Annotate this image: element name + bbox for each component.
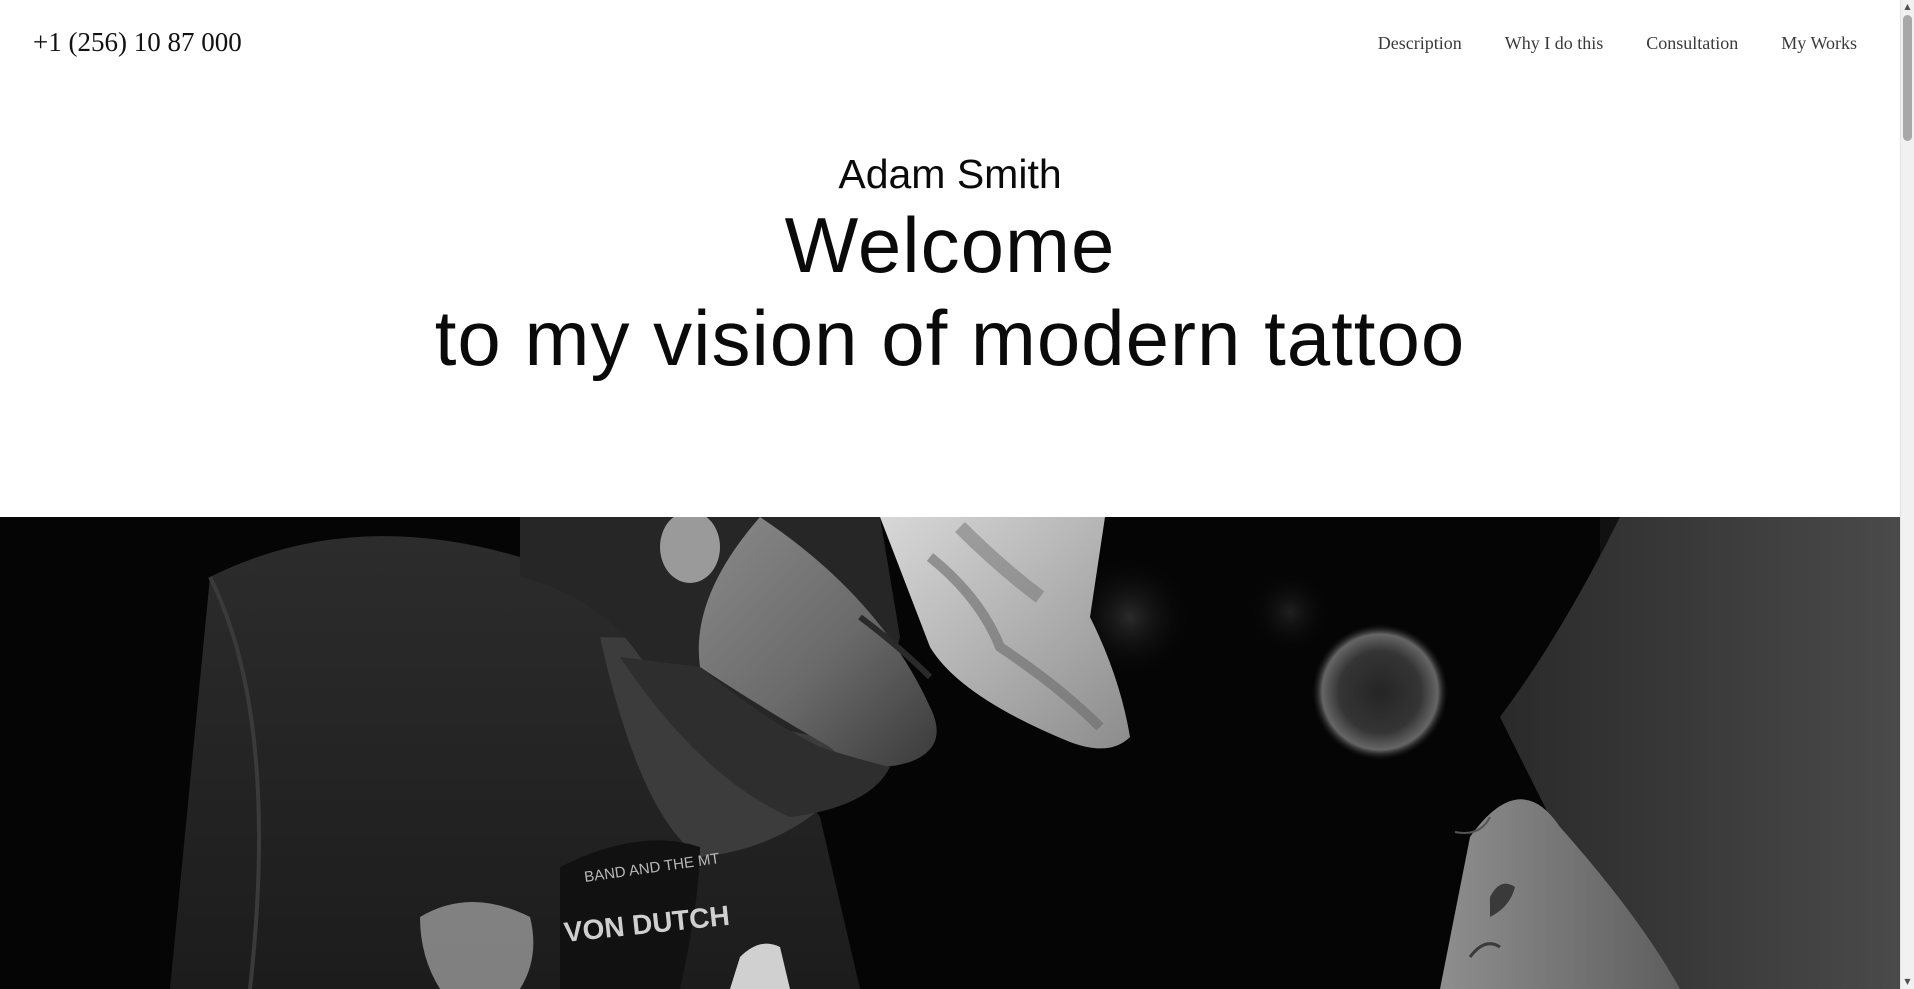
scroll-down-arrow-icon[interactable]: ▼ (1901, 975, 1914, 989)
scroll-up-arrow-icon[interactable]: ▲ (1901, 0, 1914, 14)
artist-name: Adam Smith (838, 151, 1062, 197)
page-scrollbar[interactable]: ▲ ▼ (1900, 0, 1914, 989)
page: +1 (256) 10 87 000 Description Why I do … (0, 0, 1914, 989)
hero-section: Adam Smith Welcome to my vision of moder… (0, 0, 1900, 517)
hero-subtitle: to my vision of modern tattoo (434, 294, 1466, 382)
hero-title: Welcome (784, 201, 1116, 289)
tattoo-artist-photo: BAND AND THE MT VON DUTCH (0, 517, 1900, 989)
hero-photo: BAND AND THE MT VON DUTCH (0, 517, 1900, 989)
scroll-thumb[interactable] (1903, 15, 1912, 141)
viewport: +1 (256) 10 87 000 Description Why I do … (0, 0, 1900, 989)
